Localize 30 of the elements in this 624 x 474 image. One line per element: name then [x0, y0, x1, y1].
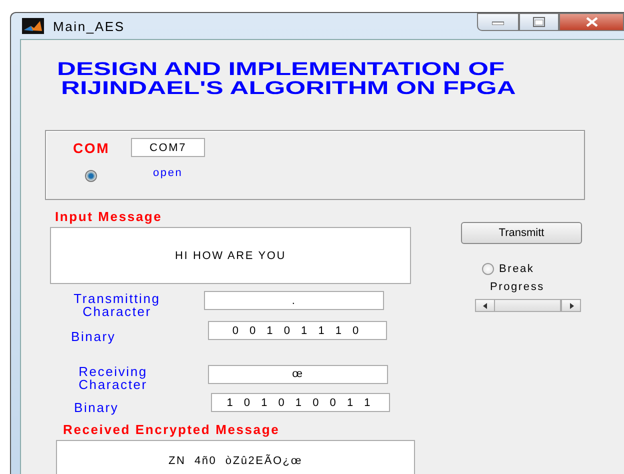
com-port-field[interactable]: COM7	[131, 138, 205, 157]
open-label: open	[153, 167, 183, 179]
window-title: Main_AES	[53, 18, 125, 34]
break-label: Break	[499, 263, 534, 275]
progress-label: Progress	[490, 281, 546, 293]
minimize-button[interactable]	[477, 13, 519, 31]
heading-text: DESIGN AND IMPLEMENTATION OF	[57, 59, 505, 78]
close-button[interactable]	[559, 13, 624, 31]
maximize-button[interactable]	[519, 13, 559, 31]
received-message-field[interactable]: ZN 4ñ0 òZû2EÃO¿œ	[56, 440, 415, 474]
receiving-character-label: Receiving Character	[78, 365, 148, 391]
receiving-character-field[interactable]: œ	[208, 364, 388, 384]
transmitting-character-field[interactable]: .	[204, 291, 384, 310]
binary-field[interactable]: 1 0 1 0 1 0 0 1 1	[211, 393, 390, 412]
app-icon	[22, 18, 44, 34]
received-message-label: Received Encrypted Message	[63, 422, 281, 437]
minimize-icon	[492, 19, 504, 25]
heading-text: RIJINDAEL'S ALGORITHM ON FPGA	[61, 78, 516, 97]
close-icon	[586, 17, 598, 27]
open-radio[interactable]	[85, 170, 97, 182]
binary-label: Binary	[74, 401, 120, 414]
binary-label: Binary	[71, 330, 117, 343]
input-message-label: Input Message	[55, 209, 164, 224]
transmitting-character-label: Transmitting Character	[72, 292, 162, 318]
break-radio[interactable]	[482, 263, 494, 275]
maximize-icon	[533, 17, 545, 27]
com-label: COM	[73, 140, 111, 156]
binary-field[interactable]: 0 0 1 0 1 1 1 0	[208, 321, 387, 340]
transmit-button[interactable]: Transmitt	[461, 222, 582, 244]
input-message-field[interactable]: HI HOW ARE YOU	[50, 227, 411, 284]
